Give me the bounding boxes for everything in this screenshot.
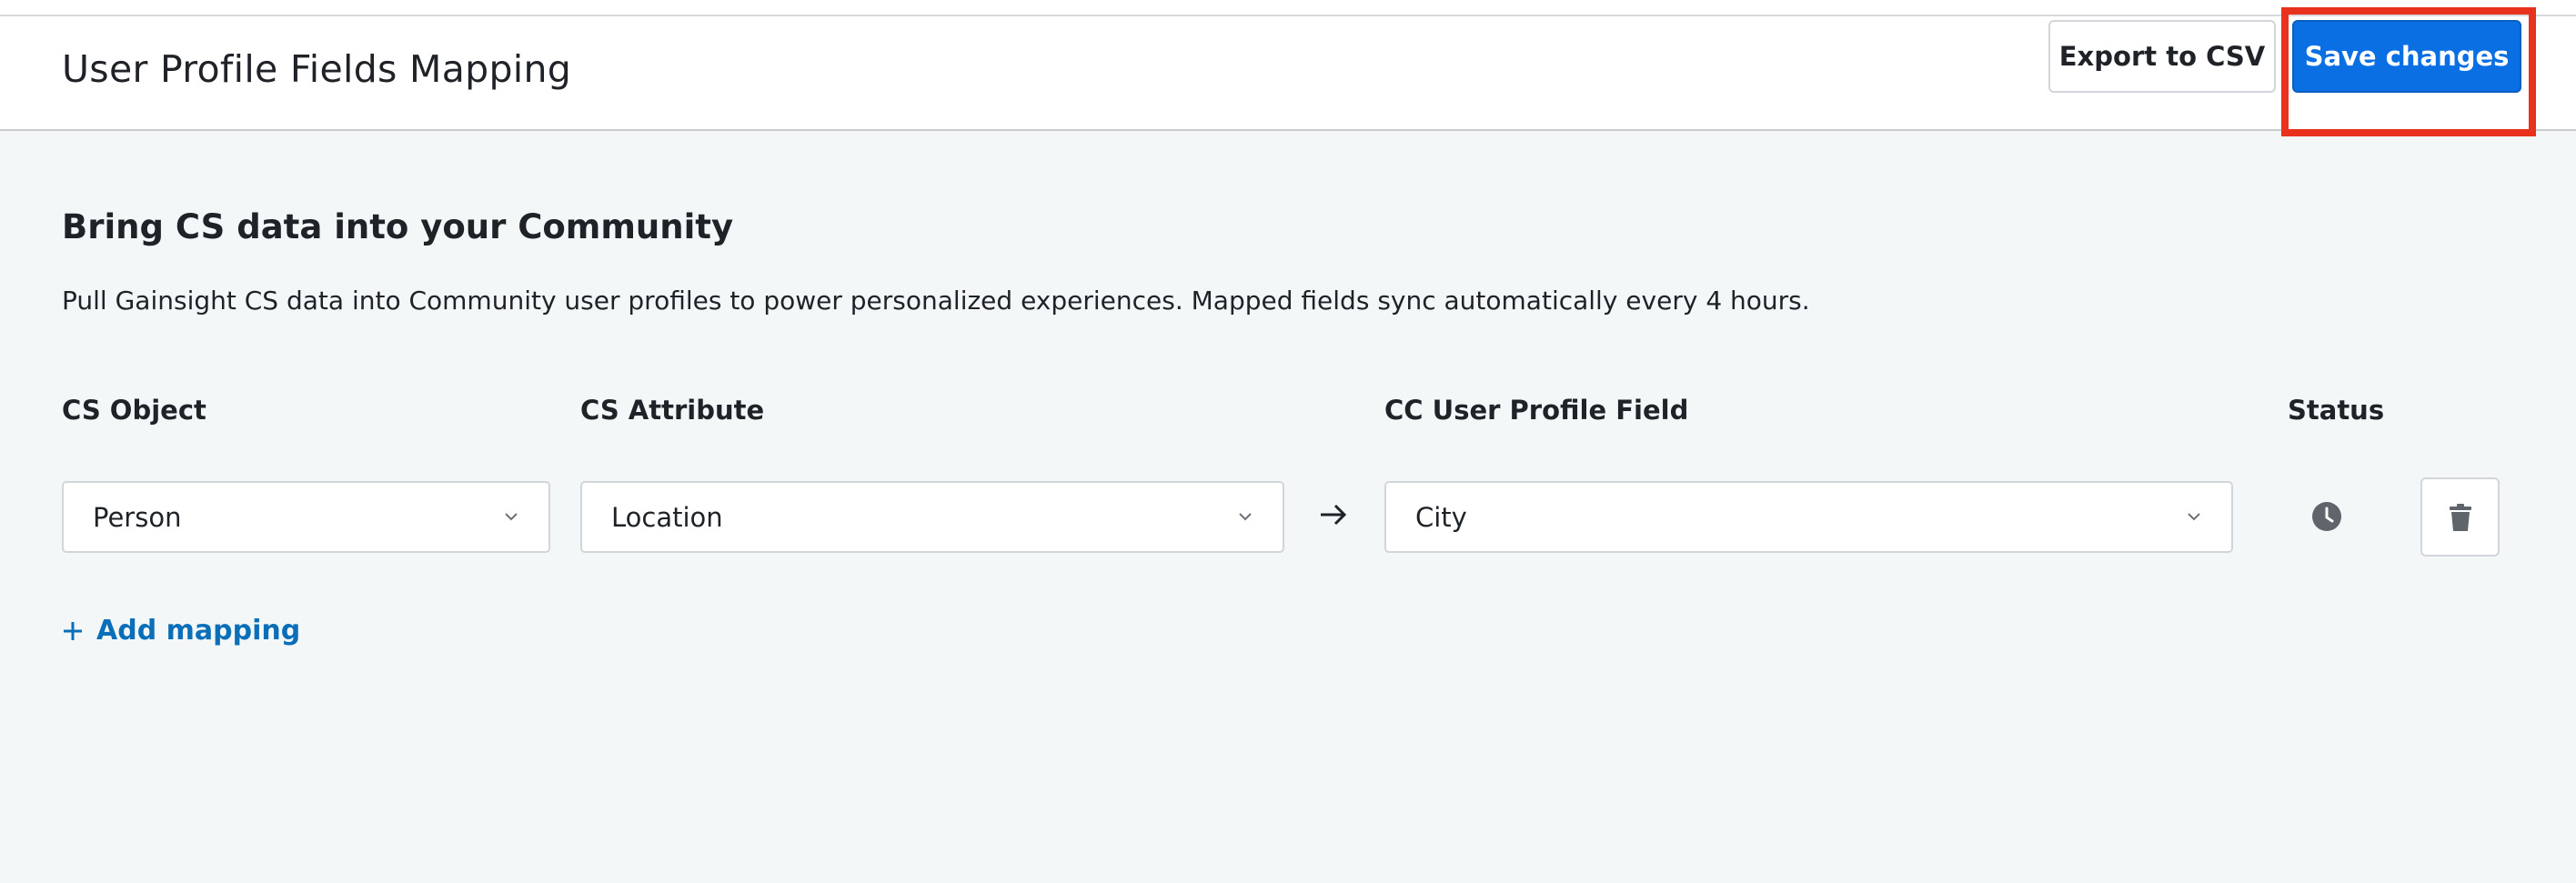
column-header-cs-object: CS Object [62, 395, 206, 426]
section-title: Bring CS data into your Community [62, 207, 734, 246]
clock-icon [2312, 502, 2341, 531]
chevron-down-icon [505, 513, 518, 521]
export-csv-button[interactable]: Export to CSV [2048, 20, 2276, 93]
save-changes-button[interactable]: Save changes [2292, 20, 2521, 93]
add-mapping-label: Add mapping [96, 615, 301, 647]
plus-icon [64, 621, 82, 640]
top-bar [0, 0, 2576, 16]
column-header-cc-field: CC User Profile Field [1384, 395, 1689, 426]
cs-object-select[interactable]: Person [62, 481, 550, 553]
cs-object-value: Person [93, 501, 182, 533]
chevron-down-icon [2188, 513, 2200, 521]
chevron-down-icon [1239, 513, 1252, 521]
cc-field-value: City [1415, 501, 1467, 533]
page-title: User Profile Fields Mapping [62, 47, 572, 91]
cc-field-select[interactable]: City [1384, 481, 2233, 553]
cs-attribute-select[interactable]: Location [580, 481, 1284, 553]
delete-mapping-button[interactable] [2420, 477, 2500, 557]
arrow-right-icon [1321, 504, 1347, 526]
trash-icon [2449, 503, 2471, 531]
add-mapping-link[interactable]: Add mapping [62, 615, 300, 647]
section-description: Pull Gainsight CS data into Community us… [62, 286, 1810, 316]
column-header-cs-attribute: CS Attribute [580, 395, 765, 426]
column-header-status: Status [2288, 395, 2385, 426]
cs-attribute-value: Location [611, 501, 723, 533]
